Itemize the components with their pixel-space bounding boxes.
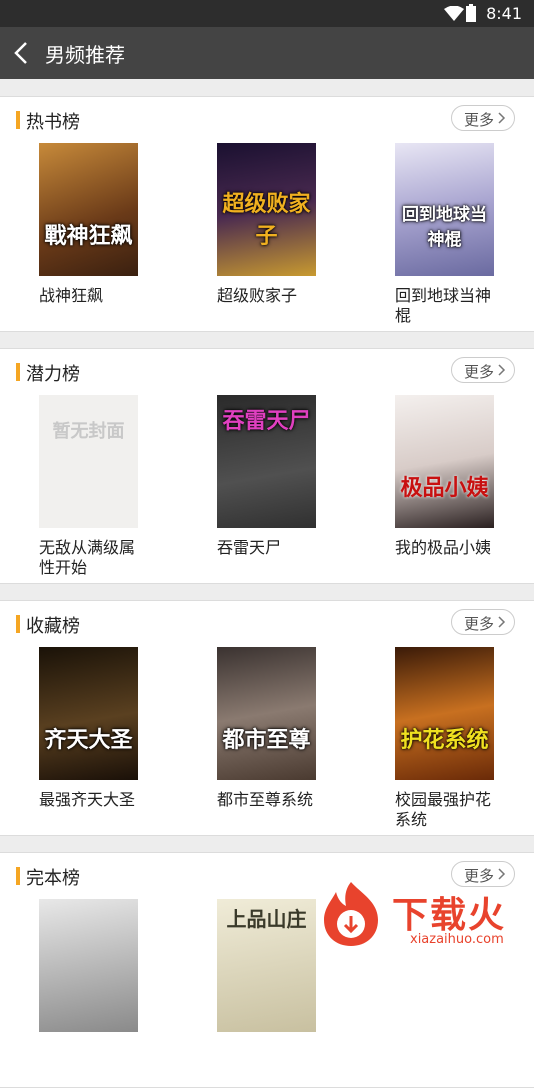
book-item[interactable]: 护花系统 校园最强护花系统 [395, 647, 505, 830]
book-title[interactable]: 最强齐天大圣 [39, 790, 143, 810]
book-cover[interactable]: 吞雷天尸 [217, 395, 316, 528]
book-title[interactable]: 都市至尊系统 [217, 790, 321, 810]
wifi-icon [444, 6, 464, 21]
section-title: 完本榜 [26, 868, 80, 889]
book-item[interactable]: 上品山庄 [217, 899, 327, 1032]
book-item[interactable]: 戰神狂飙 战神狂飙 [39, 143, 149, 306]
section-accent-bar [16, 867, 20, 885]
book-item[interactable]: 都市至尊 都市至尊系统 [217, 647, 327, 810]
more-button[interactable]: 更多 [451, 609, 515, 635]
more-button[interactable]: 更多 [451, 105, 515, 131]
section-title: 潜力榜 [26, 364, 80, 385]
book-item[interactable]: 吞雷天尸 吞雷天尸 [217, 395, 327, 558]
book-item[interactable]: 齐天大圣 最强齐天大圣 [39, 647, 149, 810]
book-title[interactable]: 校园最强护花系统 [395, 790, 499, 830]
book-title[interactable]: 战神狂飙 [39, 286, 143, 306]
section-accent-bar [16, 363, 20, 381]
book-title[interactable]: 我的极品小姨 [395, 538, 499, 558]
battery-icon [466, 4, 476, 22]
book-cover[interactable]: 护花系统 [395, 647, 494, 780]
book-title[interactable]: 吞雷天尸 [217, 538, 321, 558]
book-cover[interactable]: 极品小姨 [395, 395, 494, 528]
book-title[interactable]: 回到地球当神棍 [395, 286, 499, 326]
watermark-url: xiazaihuo.com [410, 932, 504, 947]
book-title[interactable]: 无敌从满级属性开始 [39, 538, 143, 578]
chevron-right-icon [498, 616, 506, 628]
book-cover[interactable]: 戰神狂飙 [39, 143, 138, 276]
book-item[interactable] [39, 899, 149, 1032]
book-cover[interactable]: 上品山庄 [217, 899, 316, 1032]
book-cover[interactable]: 超级败家子 [217, 143, 316, 276]
book-item[interactable]: 超级败家子 超级败家子 [217, 143, 327, 306]
book-item[interactable]: 回到地球当神棍 回到地球当神棍 [395, 143, 505, 326]
app-header: 男频推荐 [0, 27, 534, 79]
back-arrow-icon[interactable] [10, 39, 34, 67]
book-cover[interactable]: 回到地球当神棍 [395, 143, 494, 276]
book-cover[interactable]: 都市至尊 [217, 647, 316, 780]
section-potential: 潜力榜 更多 暂无封面 无敌从满级属性开始 吞雷天尸 吞雷天尸 极品小姨 我的极… [0, 348, 534, 584]
flame-logo-icon [324, 882, 378, 946]
chevron-right-icon [498, 868, 506, 880]
more-button[interactable]: 更多 [451, 357, 515, 383]
status-bar: 8:41 [0, 0, 534, 27]
book-cover[interactable] [39, 899, 138, 1032]
book-cover[interactable]: 齐天大圣 [39, 647, 138, 780]
section-title: 收藏榜 [26, 616, 80, 637]
book-item[interactable]: 暂无封面 无敌从满级属性开始 [39, 395, 149, 578]
section-accent-bar [16, 111, 20, 129]
section-accent-bar [16, 615, 20, 633]
book-item[interactable]: 极品小姨 我的极品小姨 [395, 395, 505, 558]
book-cover-placeholder[interactable]: 暂无封面 [39, 395, 138, 528]
chevron-right-icon [498, 364, 506, 376]
clock: 8:41 [486, 4, 522, 23]
watermark: 下载火 xiazaihuo.com [318, 880, 534, 949]
page-title: 男频推荐 [45, 43, 125, 67]
book-title[interactable]: 超级败家子 [217, 286, 321, 306]
watermark-name: 下载火 [392, 895, 507, 936]
chevron-right-icon [498, 112, 506, 124]
section-hot: 热书榜 更多 戰神狂飙 战神狂飙 超级败家子 超级败家子 回到地球当神棍 回到地… [0, 96, 534, 332]
section-title: 热书榜 [26, 112, 80, 133]
section-favorites: 收藏榜 更多 齐天大圣 最强齐天大圣 都市至尊 都市至尊系统 护花系统 校园最强… [0, 600, 534, 836]
